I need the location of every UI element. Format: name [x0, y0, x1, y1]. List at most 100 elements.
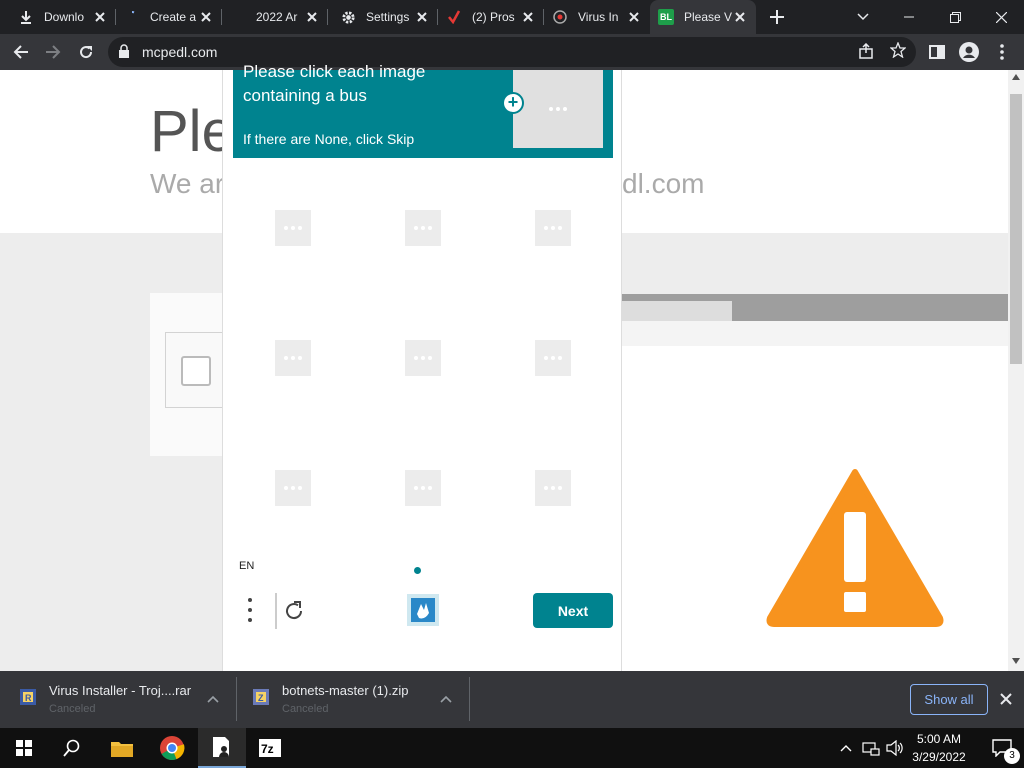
menu-button[interactable]: [987, 37, 1017, 67]
captcha-prompt-line1: Please click each image: [243, 62, 426, 81]
star-icon[interactable]: [889, 41, 907, 63]
download-status: Canceled: [49, 703, 96, 715]
close-icon[interactable]: [626, 9, 642, 25]
download-item[interactable]: R Virus Installer - Troj....rar Canceled: [0, 671, 237, 728]
close-icon: [995, 11, 1007, 23]
start-button[interactable]: [0, 728, 48, 768]
clock-date: 3/29/2022: [912, 750, 966, 764]
captcha-tile[interactable]: [535, 340, 571, 376]
loading-icon: [124, 9, 140, 25]
svg-text:Z: Z: [258, 693, 264, 703]
captcha-menu-button[interactable]: [243, 595, 257, 625]
tray-overflow-button[interactable]: [836, 728, 856, 768]
download-separator: [469, 677, 470, 721]
vertical-scrollbar[interactable]: [1008, 70, 1024, 671]
file-explorer-button[interactable]: [98, 728, 146, 768]
captcha-refresh-button[interactable]: [275, 593, 311, 629]
side-panel-button[interactable]: [922, 37, 952, 67]
captcha-tile[interactable]: [405, 470, 441, 506]
expand-plus-icon[interactable]: +: [502, 92, 524, 114]
tab-please-verify[interactable]: BL Please V: [650, 0, 756, 34]
windows-logo-icon: [16, 740, 32, 756]
close-icon[interactable]: [92, 9, 108, 25]
reload-button[interactable]: [71, 37, 101, 67]
network-icon: [862, 742, 880, 756]
side-panel-icon: [929, 45, 945, 59]
tab-virus[interactable]: Virus In: [544, 0, 650, 34]
language-selector[interactable]: EN: [239, 560, 254, 572]
minimize-button[interactable]: [886, 0, 932, 34]
chevron-up-icon[interactable]: [439, 692, 453, 706]
new-tab-button[interactable]: [760, 0, 794, 34]
tab-separator: [327, 9, 328, 25]
close-icon[interactable]: [304, 9, 320, 25]
browser-toolbar: mcpedl.com: [0, 34, 1024, 70]
screen: Downlo Create a 2022 Ar Settings (2) Pro…: [0, 0, 1024, 768]
tab-settings[interactable]: Settings: [332, 0, 438, 34]
chevron-down-icon: [857, 13, 869, 21]
page-bar-tab: [622, 301, 732, 321]
taskbar-app-active[interactable]: [198, 728, 246, 768]
close-icon[interactable]: [414, 9, 430, 25]
profile-button[interactable]: [954, 37, 984, 67]
captcha-tile[interactable]: [405, 210, 441, 246]
7zip-icon: 7z: [259, 739, 281, 757]
captcha-tile[interactable]: [535, 470, 571, 506]
hcaptcha-logo-icon[interactable]: [405, 592, 441, 628]
checkmark-logo-icon: [446, 9, 462, 25]
chrome-button[interactable]: [148, 728, 196, 768]
chevron-up-icon[interactable]: [206, 692, 220, 706]
system-clock[interactable]: 5:00 AM 3/29/2022: [900, 728, 978, 768]
bl-logo-icon: BL: [658, 9, 674, 25]
notification-badge: 3: [1004, 748, 1020, 764]
back-button[interactable]: [6, 37, 36, 67]
close-icon[interactable]: [732, 9, 748, 25]
captcha-tile[interactable]: [405, 340, 441, 376]
tab-create[interactable]: Create a: [116, 0, 222, 34]
captcha-dialog: Please click each image containing a bus…: [222, 62, 622, 671]
action-center-button[interactable]: 3: [980, 728, 1024, 768]
tab-search-button[interactable]: [840, 0, 886, 34]
chevron-up-icon: [840, 745, 852, 752]
network-button[interactable]: [860, 728, 882, 768]
close-icon[interactable]: [198, 9, 214, 25]
user-document-icon: [213, 737, 229, 757]
clock-time: 5:00 AM: [916, 732, 962, 746]
share-icon[interactable]: [858, 42, 874, 64]
page-under-bar: [622, 321, 1008, 346]
address-bar[interactable]: mcpedl.com: [108, 37, 916, 67]
search-button[interactable]: [48, 728, 96, 768]
globe-icon: [552, 9, 568, 25]
captcha-tile[interactable]: [275, 210, 311, 246]
captcha-tile[interactable]: [535, 210, 571, 246]
next-button[interactable]: Next: [533, 593, 613, 628]
arrow-left-icon: [13, 45, 28, 59]
verify-checkbox[interactable]: [181, 356, 211, 386]
download-item[interactable]: Z botnets-master (1).zip Canceled: [237, 671, 470, 728]
forward-button[interactable]: [38, 37, 68, 67]
captcha-header: Please click each image containing a bus…: [233, 62, 613, 158]
lock-icon: [118, 44, 130, 64]
close-icon[interactable]: [998, 691, 1014, 707]
7zip-button[interactable]: 7z: [246, 728, 294, 768]
captcha-tile[interactable]: [275, 340, 311, 376]
restore-button[interactable]: [932, 0, 978, 34]
search-icon: [63, 739, 80, 757]
download-filename: botnets-master (1).zip: [282, 683, 409, 698]
scrollbar-thumb[interactable]: [1010, 94, 1022, 364]
warning-icon: [766, 469, 944, 627]
winrar-file-icon: R: [20, 689, 36, 705]
restore-icon: [949, 11, 961, 23]
tab-2022[interactable]: 2022 Ar: [222, 0, 328, 34]
close-window-button[interactable]: [978, 0, 1024, 34]
download-filename: Virus Installer - Troj....rar: [49, 683, 192, 698]
chrome-icon: [160, 736, 185, 760]
captcha-tile[interactable]: [275, 470, 311, 506]
close-icon[interactable]: [520, 9, 536, 25]
tab-downloads[interactable]: Downlo: [10, 0, 116, 34]
show-all-button[interactable]: Show all: [910, 684, 988, 715]
tab-pros[interactable]: (2) Pros: [438, 0, 544, 34]
captcha-sample-image: [513, 70, 603, 148]
tab-strip: Downlo Create a 2022 Ar Settings (2) Pro…: [0, 0, 1024, 34]
plus-icon: [770, 10, 784, 24]
